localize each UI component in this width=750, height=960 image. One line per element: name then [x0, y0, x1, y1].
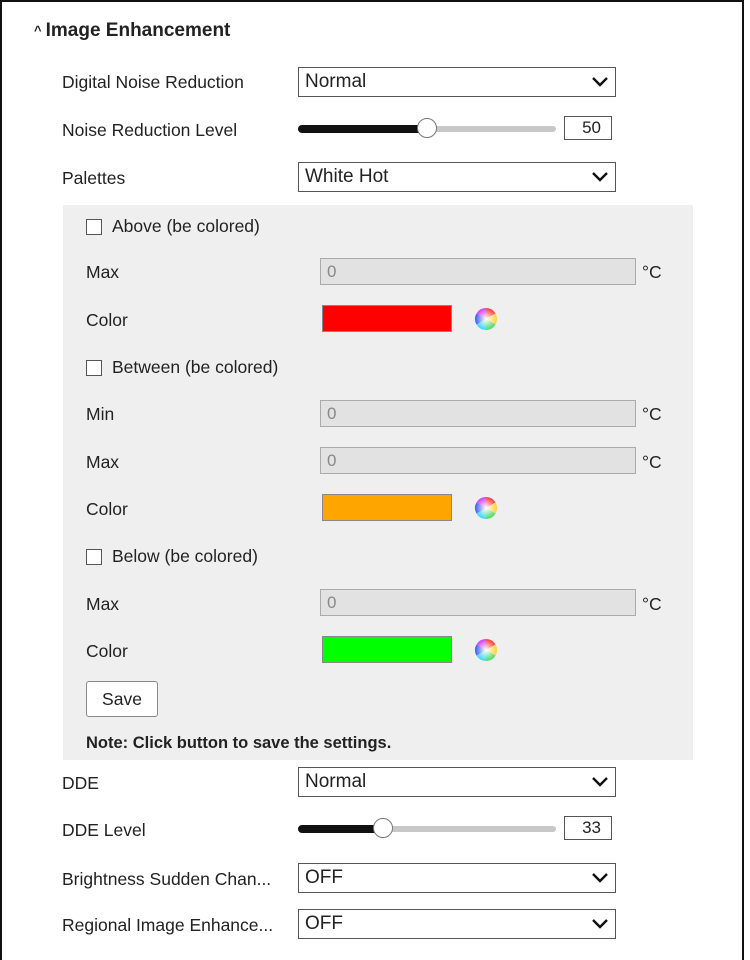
slider-thumb[interactable]: [417, 118, 437, 138]
above-checkbox[interactable]: [86, 218, 102, 235]
slider-thumb[interactable]: [373, 818, 394, 838]
section-title: Image Enhancement: [45, 20, 231, 41]
between-color-label: Color: [86, 499, 128, 519]
between-color-swatch[interactable]: [322, 494, 452, 521]
dde-label: DDE: [62, 773, 99, 793]
between-max-unit: °C: [642, 452, 662, 472]
color-wheel-icon[interactable]: [474, 638, 498, 662]
chevron-down-icon: [591, 168, 609, 186]
below-max-input[interactable]: 0: [320, 589, 636, 616]
dde-level-label: DDE Level: [62, 820, 146, 840]
slider-fill: [298, 125, 427, 133]
chevron-down-icon: [591, 73, 609, 91]
above-color-swatch[interactable]: [322, 305, 452, 332]
color-wheel-icon[interactable]: [474, 496, 498, 520]
between-label: Between (be colored): [112, 357, 279, 377]
between-checkbox-row[interactable]: Between (be colored): [86, 357, 278, 378]
save-note: Note: Click button to save the settings.: [86, 734, 392, 752]
palettes-label: Palettes: [62, 168, 126, 188]
dde-select[interactable]: Normal: [298, 767, 616, 797]
between-max-input[interactable]: 0: [320, 447, 636, 474]
below-checkbox[interactable]: [86, 548, 102, 565]
above-checkbox-row[interactable]: Above (be colored): [86, 216, 260, 237]
brightness-label: Brightness Sudden Chan...: [62, 869, 272, 889]
above-label: Above (be colored): [112, 216, 260, 236]
between-min-input[interactable]: 0: [320, 400, 636, 427]
above-color-label: Color: [86, 310, 128, 330]
above-max-label: Max: [86, 262, 120, 282]
brightness-select[interactable]: OFF: [298, 863, 616, 893]
nrl-label: Noise Reduction Level: [62, 120, 238, 140]
nrl-value-input[interactable]: 50: [564, 116, 612, 140]
chevron-down-icon: [591, 869, 609, 887]
below-max-unit: °C: [642, 594, 662, 614]
dde-value: Normal: [305, 771, 367, 792]
above-max-unit: °C: [642, 262, 662, 282]
chevron-down-icon: [591, 915, 609, 933]
dnr-label: Digital Noise Reduction: [62, 72, 244, 92]
save-button[interactable]: Save: [86, 681, 158, 717]
dnr-value: Normal: [305, 71, 367, 92]
slider-fill: [298, 825, 384, 833]
palettes-select[interactable]: White Hot: [298, 162, 616, 192]
above-max-input[interactable]: 0: [320, 258, 636, 285]
between-checkbox[interactable]: [86, 359, 102, 376]
palette-color-panel: [63, 205, 693, 760]
regional-value: OFF: [305, 913, 343, 934]
dnr-select[interactable]: Normal: [298, 67, 616, 97]
dde-level-slider[interactable]: [298, 815, 556, 841]
regional-select[interactable]: OFF: [298, 909, 616, 939]
chevron-down-icon: [591, 773, 609, 791]
below-label: Below (be colored): [112, 546, 258, 566]
palettes-value: White Hot: [305, 166, 389, 187]
nrl-slider[interactable]: [298, 115, 556, 141]
brightness-value: OFF: [305, 867, 343, 888]
dde-level-value-input[interactable]: 33: [564, 816, 612, 840]
between-min-unit: °C: [642, 404, 662, 424]
section-header-image-enhancement[interactable]: ^ Image Enhancement: [34, 20, 230, 42]
between-max-label: Max: [86, 452, 120, 472]
below-max-label: Max: [86, 594, 120, 614]
color-wheel-icon[interactable]: [474, 307, 498, 331]
regional-label: Regional Image Enhance...: [62, 915, 274, 935]
caret-up-icon[interactable]: ^: [34, 23, 42, 38]
below-checkbox-row[interactable]: Below (be colored): [86, 546, 258, 567]
between-min-label: Min: [86, 404, 115, 424]
below-color-label: Color: [86, 641, 128, 661]
below-color-swatch[interactable]: [322, 636, 452, 663]
